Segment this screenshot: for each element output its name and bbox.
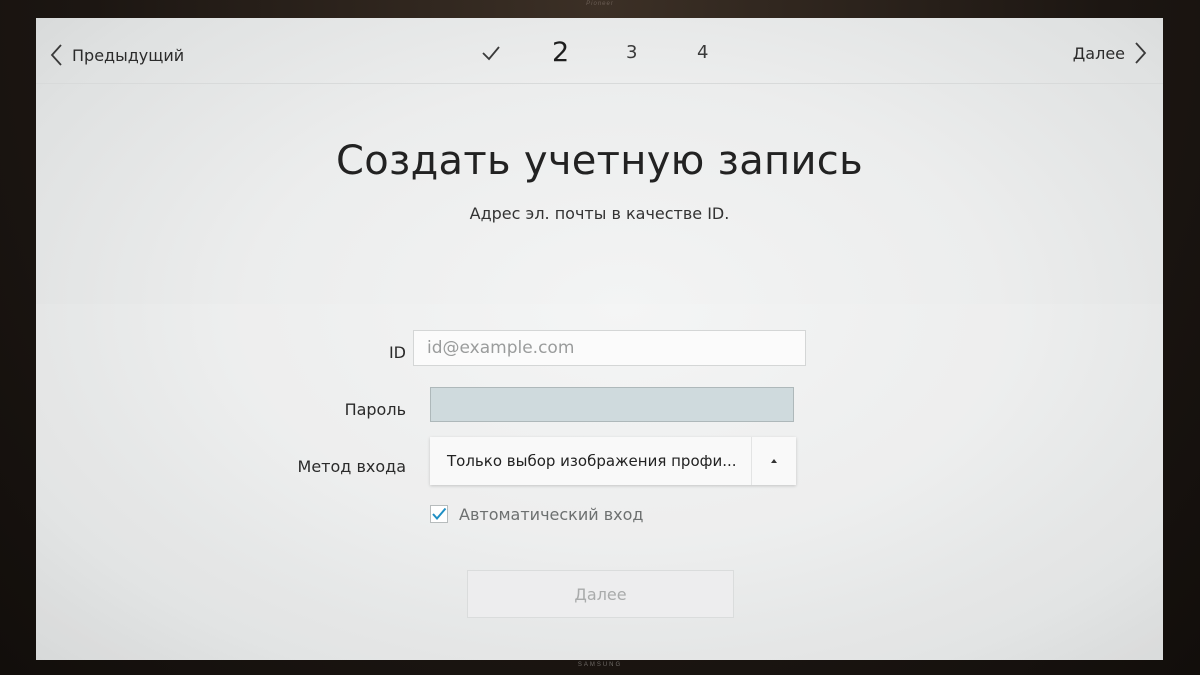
step-current: 2 <box>552 37 570 68</box>
caret-up-icon <box>752 437 796 485</box>
id-input[interactable]: id@example.com <box>413 330 806 366</box>
login-method-value: Только выбор изображения профи... <box>447 452 737 470</box>
step-indicator: 2 3 4 <box>476 36 716 70</box>
auto-login-label: Автоматический вход <box>459 504 644 524</box>
chevron-right-icon <box>1135 42 1147 64</box>
header-divider <box>36 83 1163 84</box>
step-3: 3 <box>626 42 638 63</box>
next-nav-label: Далее <box>1072 43 1125 63</box>
password-input[interactable] <box>430 387 794 422</box>
chevron-left-icon <box>50 44 62 66</box>
next-nav-button[interactable]: Далее <box>1073 38 1151 68</box>
page-title: Создать учетную запись <box>336 138 863 184</box>
previous-button[interactable]: Предыдущий <box>46 40 184 70</box>
login-method-label: Метод входа <box>297 457 406 476</box>
tv-maker-logo: SAMSUNG <box>577 662 623 668</box>
checkbox-checked-icon <box>430 505 448 523</box>
id-label: ID <box>388 343 406 362</box>
tv-screen: Предыдущий 2 3 4 Далее Создать учетную з… <box>36 18 1163 660</box>
submit-next-button[interactable]: Далее <box>467 570 734 618</box>
tv-brand-logo: Pioneer <box>586 1 614 7</box>
page-subtitle: Адрес эл. почты в качестве ID. <box>469 204 730 223</box>
auto-login-checkbox[interactable]: Автоматический вход <box>430 503 643 525</box>
check-icon <box>482 46 500 61</box>
previous-label: Предыдущий <box>72 45 185 65</box>
step-4: 4 <box>697 42 709 63</box>
password-label: Пароль <box>344 400 406 419</box>
login-method-select[interactable]: Только выбор изображения профи... <box>430 437 796 485</box>
